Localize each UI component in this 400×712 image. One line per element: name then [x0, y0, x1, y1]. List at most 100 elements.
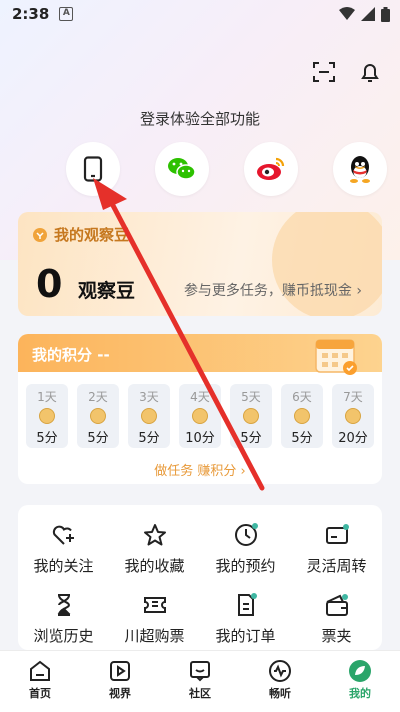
card-icon [325, 524, 349, 544]
leaf-icon [349, 660, 371, 682]
day-label: 6天 [292, 390, 312, 404]
menu-label: 我的关注 [33, 557, 94, 575]
chat-icon [190, 661, 210, 682]
menu-item-tickets[interactable]: 川超购票 [109, 591, 200, 646]
menu-label: 我的收藏 [124, 557, 185, 575]
wechat-icon [168, 158, 196, 180]
menu-item-follow[interactable]: 我的关注 [18, 521, 109, 576]
coin-icon [345, 408, 361, 424]
bean-unit: 观察豆 [78, 280, 136, 302]
menu-item-turnover[interactable]: 灵活周转 [291, 521, 382, 576]
nav-listen[interactable]: 畅听 [240, 651, 320, 712]
bean-card[interactable]: 我的观察豆 0 观察豆 参与更多任务，赚币抵现金 › [18, 212, 382, 316]
qq-login-button[interactable] [333, 142, 387, 196]
day-points: 5分 [138, 431, 160, 446]
menu-item-ticket-wallet[interactable]: 票夹 [291, 591, 382, 646]
calendar-icon [315, 339, 357, 375]
phone-login-button[interactable] [66, 142, 120, 196]
day-label: 3天 [139, 390, 159, 404]
nav-home[interactable]: 首页 [0, 651, 80, 712]
bean-coin-icon [33, 227, 47, 242]
wechat-login-button[interactable] [155, 142, 209, 196]
menu-grid: 我的关注 我的收藏 我的预约 灵活周转 浏览历史 川超购票 我的订单 票夹 [18, 505, 382, 650]
nav-vision[interactable]: 视界 [80, 651, 160, 712]
points-header: 我的积分 -- [18, 334, 382, 375]
nav-label: 视界 [109, 687, 131, 700]
heart-plus-icon [52, 525, 74, 545]
menu-label: 我的预约 [215, 557, 276, 575]
wallet-icon [325, 594, 348, 616]
menu-item-favorites[interactable]: 我的收藏 [109, 521, 200, 576]
signal-icon [361, 7, 375, 21]
coin-decoration [272, 212, 382, 316]
bean-title-text: 我的观察豆 [54, 226, 130, 244]
login-prompt[interactable]: 登录体验全部功能 [0, 108, 400, 129]
points-card: 我的积分 -- 1天 5分 2天 5分 3天 5分 4天 10分 5天 5分 6天 5分 7… [18, 334, 382, 484]
checkin-day-1[interactable]: 1天 5分 [26, 384, 68, 448]
weibo-icon [257, 157, 285, 180]
weibo-login-button[interactable] [244, 142, 298, 196]
day-label: 2天 [88, 390, 108, 404]
coin-icon [141, 408, 157, 424]
task-link[interactable]: 做任务 赚积分 › [18, 460, 382, 479]
nav-mine[interactable]: 我的 [320, 651, 400, 712]
day-label: 1天 [37, 390, 57, 404]
coin-icon [39, 408, 55, 424]
checkin-day-2[interactable]: 2天 5分 [77, 384, 119, 448]
checkin-day-6[interactable]: 6天 5分 [281, 384, 323, 448]
menu-item-orders[interactable]: 我的订单 [200, 591, 291, 646]
menu-label: 我的订单 [215, 627, 276, 645]
ticket-icon [143, 597, 166, 613]
checkin-days: 1天 5分 2天 5分 3天 5分 4天 10分 5天 5分 6天 5分 7天 20分 [26, 384, 374, 448]
nav-label: 社区 [189, 687, 211, 700]
points-title: 我的积分 -- [32, 346, 110, 364]
status-bar: 2:38 A [0, 0, 400, 28]
nav-label: 首页 [29, 687, 51, 700]
wifi-icon [339, 7, 355, 20]
notification-a-icon: A [59, 7, 74, 21]
coin-icon [192, 408, 208, 424]
day-label: 5天 [241, 390, 261, 404]
nav-community[interactable]: 社区 [160, 651, 240, 712]
qq-icon [350, 156, 370, 183]
checkin-day-7[interactable]: 7天 20分 [332, 384, 374, 448]
home-icon [30, 660, 50, 681]
menu-label: 浏览历史 [33, 627, 94, 645]
day-points: 5分 [291, 431, 313, 446]
audio-icon [269, 660, 291, 682]
coin-icon [243, 408, 259, 424]
login-options [66, 142, 387, 196]
hourglass-icon [57, 594, 70, 616]
star-icon [143, 524, 166, 546]
coin-icon [294, 408, 310, 424]
checkin-day-5[interactable]: 5天 5分 [230, 384, 272, 448]
clock-icon [234, 523, 258, 546]
bean-card-title: 我的观察豆 [32, 224, 129, 245]
top-actions [312, 60, 382, 84]
menu-label: 川超购票 [124, 627, 185, 645]
checkin-day-4[interactable]: 4天 10分 [179, 384, 221, 448]
play-icon [110, 661, 130, 681]
bean-count: 0 [36, 262, 63, 306]
menu-label: 灵活周转 [306, 557, 367, 575]
nav-label: 我的 [349, 687, 371, 700]
day-points: 5分 [240, 431, 262, 446]
nav-label: 畅听 [269, 687, 291, 700]
menu-item-history[interactable]: 浏览历史 [18, 591, 109, 646]
scan-icon[interactable] [312, 60, 336, 84]
checkin-day-3[interactable]: 3天 5分 [128, 384, 170, 448]
order-icon [237, 593, 257, 616]
menu-label: 票夹 [321, 627, 352, 645]
status-time: 2:38 [12, 5, 50, 23]
day-points: 5分 [36, 431, 58, 446]
bean-hint-link[interactable]: 参与更多任务，赚币抵现金 › [184, 280, 362, 300]
bottom-nav: 首页 视界 社区 畅听 我的 [0, 650, 400, 712]
menu-item-reservations[interactable]: 我的预约 [200, 521, 291, 576]
coin-icon [90, 408, 106, 424]
battery-icon [381, 6, 390, 22]
bell-icon[interactable] [358, 60, 382, 84]
day-points: 20分 [338, 431, 368, 446]
day-label: 4天 [190, 390, 210, 404]
day-label: 7天 [343, 390, 363, 404]
day-points: 5分 [87, 431, 109, 446]
